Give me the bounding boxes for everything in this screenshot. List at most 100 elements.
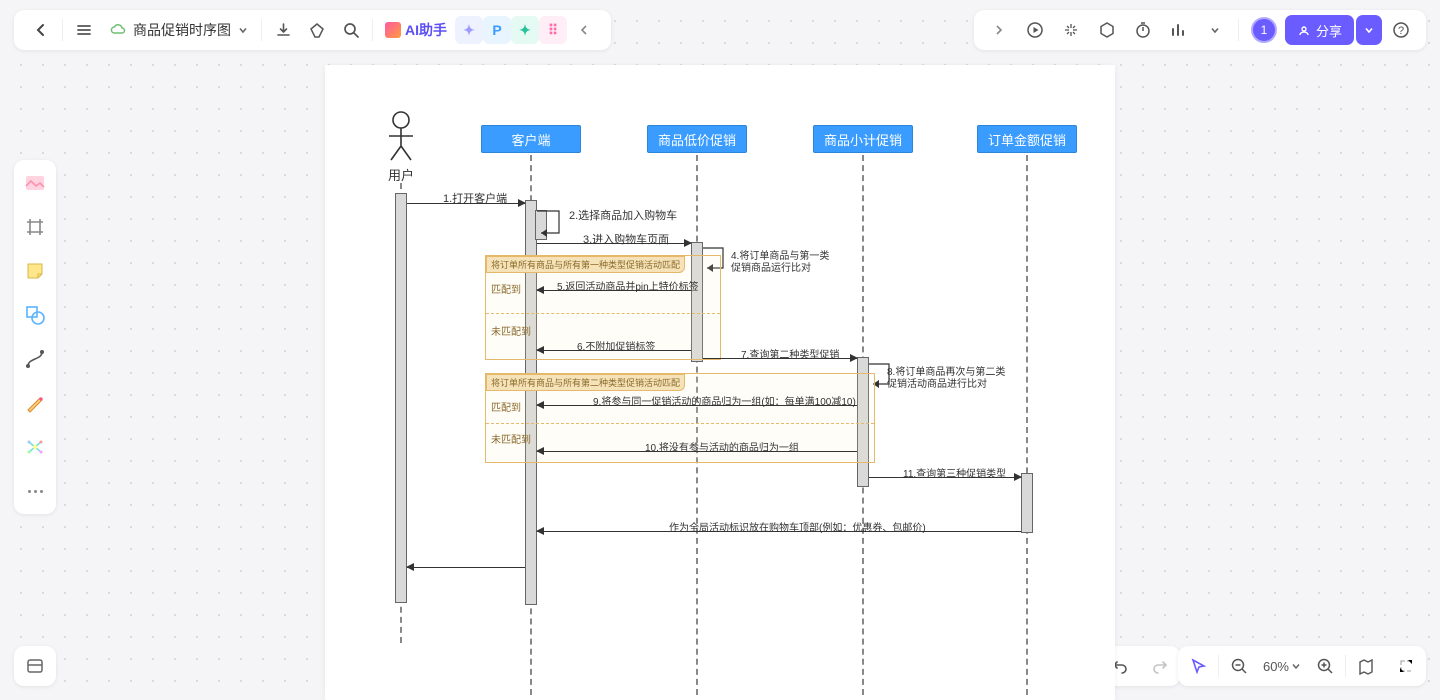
lifeline-order-amount bbox=[1026, 155, 1028, 695]
cursor-mode[interactable] bbox=[1178, 646, 1218, 686]
msg-1: 1.打开客户端 bbox=[443, 190, 507, 206]
bar-chart-icon bbox=[1170, 21, 1188, 39]
ai-assistant-button[interactable]: AI助手 bbox=[377, 20, 455, 40]
mindmap-tool[interactable] bbox=[20, 432, 50, 462]
msg-3: 3.进入购物车页面 bbox=[583, 231, 669, 247]
redo-button[interactable] bbox=[1140, 646, 1180, 686]
zoom-level[interactable]: 60% bbox=[1259, 659, 1305, 674]
document-title[interactable]: 商品促销时序图 bbox=[101, 20, 257, 40]
zoom-out-button[interactable] bbox=[1219, 646, 1259, 686]
cursor-icon bbox=[1189, 657, 1207, 675]
diagram-canvas[interactable]: 用户 客户端 商品低价促销 商品小计促销 订单金额促销 1.打开客户端 2.选择… bbox=[325, 65, 1115, 700]
msg-7: 7.查询第二种类型促销 bbox=[741, 346, 839, 361]
shape-tool[interactable] bbox=[20, 300, 50, 330]
mindmap-icon bbox=[24, 436, 46, 458]
msg-8b: 促销活动商品进行比对 bbox=[887, 375, 987, 390]
activation-order-amount[interactable] bbox=[1021, 473, 1033, 533]
tag-button[interactable] bbox=[300, 13, 334, 47]
alt1-title: 将订单所有商品与所有第一种类型促销活动匹配 bbox=[486, 256, 685, 273]
search-button[interactable] bbox=[334, 13, 368, 47]
zoom-in-button[interactable] bbox=[1305, 646, 1345, 686]
app-shortcut-1[interactable]: ✦ bbox=[455, 16, 483, 44]
pen-icon bbox=[24, 392, 46, 414]
zoom-value: 60% bbox=[1263, 659, 1289, 674]
hexagon-icon bbox=[1098, 21, 1116, 39]
msg-9: 9.将参与同一促销活动的商品归为一组(如：每单满100减10) bbox=[593, 393, 856, 408]
more-tools-button[interactable] bbox=[1198, 13, 1232, 47]
actor-label: 用户 bbox=[371, 165, 431, 184]
lane-order-amount[interactable]: 订单金额促销 bbox=[977, 125, 1077, 153]
lane-client[interactable]: 客户端 bbox=[481, 125, 581, 153]
zoom-out-icon bbox=[1230, 657, 1248, 675]
arrow-m2[interactable] bbox=[537, 207, 565, 239]
chevron-down-icon bbox=[237, 24, 249, 36]
lane-subtotal[interactable]: 商品小计促销 bbox=[813, 125, 913, 153]
app-shortcut-2[interactable]: P bbox=[483, 16, 511, 44]
app-shortcut-4[interactable]: ⠿ bbox=[539, 16, 567, 44]
gallery-icon bbox=[24, 172, 46, 194]
timer-icon bbox=[1134, 21, 1152, 39]
sparkle-icon bbox=[1062, 21, 1080, 39]
magic-button[interactable] bbox=[1054, 13, 1088, 47]
shape-button[interactable] bbox=[1090, 13, 1124, 47]
alt1-divider bbox=[486, 313, 720, 314]
help-button[interactable]: ? bbox=[1384, 13, 1418, 47]
connector-tool[interactable] bbox=[20, 344, 50, 374]
frame-icon bbox=[24, 216, 46, 238]
layers-icon bbox=[25, 656, 45, 676]
msg-2: 2.选择商品加入购物车 bbox=[569, 207, 677, 223]
chevron-down-icon bbox=[1364, 25, 1374, 35]
alt1-match: 匹配到 bbox=[491, 281, 521, 296]
app-shortcut-3[interactable]: ✦ bbox=[511, 16, 539, 44]
map-icon bbox=[1357, 657, 1375, 675]
alt2-match: 匹配到 bbox=[491, 399, 521, 414]
msg-5: 5.返回活动商品并pin上特价标签 bbox=[557, 278, 699, 293]
tag-icon bbox=[309, 22, 326, 39]
actor-icon bbox=[381, 110, 421, 165]
back-button[interactable] bbox=[24, 13, 58, 47]
chevron-down-icon bbox=[1209, 24, 1221, 36]
collapse-apps-button[interactable] bbox=[567, 13, 601, 47]
msg-11: 11.查询第三种促销类型 bbox=[903, 465, 1006, 480]
frame-tool[interactable] bbox=[20, 212, 50, 242]
menu-button[interactable] bbox=[67, 13, 101, 47]
alt2-nomatch: 未匹配到 bbox=[491, 431, 531, 446]
gallery-tool[interactable] bbox=[20, 168, 50, 198]
top-toolbar-left: 商品促销时序图 AI助手 ✦ P ✦ ⠿ bbox=[14, 10, 611, 50]
play-icon bbox=[1026, 21, 1044, 39]
msg-12: 作为全局活动标识放在购物车顶部(例如：优惠券、包邮价) bbox=[669, 519, 926, 534]
chart-button[interactable] bbox=[1162, 13, 1196, 47]
play-button[interactable] bbox=[1018, 13, 1052, 47]
minimap-button[interactable] bbox=[1346, 646, 1386, 686]
sticky-tool[interactable] bbox=[20, 256, 50, 286]
chevron-left-icon bbox=[33, 22, 49, 38]
svg-text:?: ? bbox=[1398, 25, 1404, 37]
more-tools[interactable] bbox=[20, 476, 50, 506]
document-title-text: 商品促销时序图 bbox=[133, 20, 231, 40]
share-dropdown[interactable] bbox=[1356, 15, 1382, 45]
top-toolbar-right: 1 分享 ? bbox=[974, 10, 1426, 50]
expand-tools-button[interactable] bbox=[982, 13, 1016, 47]
timer-button[interactable] bbox=[1126, 13, 1160, 47]
search-icon bbox=[343, 22, 360, 39]
shapes-icon bbox=[24, 304, 46, 326]
download-button[interactable] bbox=[266, 13, 300, 47]
lane-low-price[interactable]: 商品低价促销 bbox=[647, 125, 747, 153]
sticky-note-icon bbox=[24, 260, 46, 282]
ai-logo-icon bbox=[385, 22, 401, 38]
chevron-left-icon bbox=[578, 24, 590, 36]
layers-button[interactable] bbox=[14, 646, 56, 686]
share-label: 分享 bbox=[1316, 21, 1342, 40]
fullscreen-button[interactable] bbox=[1386, 646, 1426, 686]
share-button[interactable]: 分享 bbox=[1285, 15, 1354, 45]
user-avatar[interactable]: 1 bbox=[1251, 17, 1277, 43]
ai-label: AI助手 bbox=[405, 20, 447, 40]
msg-6: 6.不附加促销标签 bbox=[577, 338, 655, 353]
msg-10: 10.将没有参与活动的商品归为一组 bbox=[645, 439, 799, 454]
arrow-return[interactable] bbox=[407, 567, 525, 568]
alt2-divider bbox=[486, 423, 874, 424]
chevron-right-icon bbox=[993, 24, 1005, 36]
pen-tool[interactable] bbox=[20, 388, 50, 418]
activation-actor[interactable] bbox=[395, 193, 407, 603]
share-icon bbox=[1297, 23, 1311, 37]
